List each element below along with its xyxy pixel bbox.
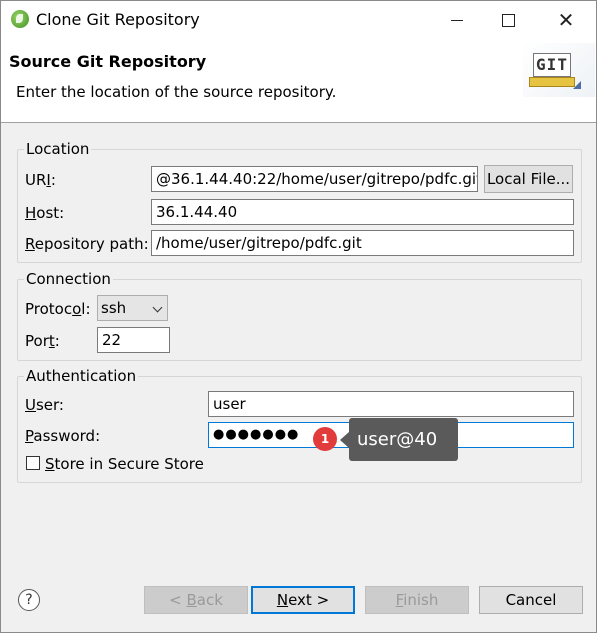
- close-button[interactable]: ✕: [543, 1, 589, 39]
- page-title: Source Git Repository: [9, 52, 207, 71]
- back-button: < Back: [144, 586, 248, 614]
- password-label: Password:: [25, 427, 101, 445]
- page-description: Enter the location of the source reposit…: [16, 83, 337, 101]
- uri-input[interactable]: @36.1.44.40:22/home/user/gitrepo/pdfc.gi…: [151, 166, 478, 192]
- local-file-button[interactable]: Local File...: [484, 165, 573, 193]
- authentication-legend: Authentication: [24, 367, 139, 385]
- secure-store-label[interactable]: Store in Secure Store: [45, 455, 204, 473]
- next-button[interactable]: Next >: [251, 586, 355, 614]
- annotation-marker: 1: [313, 427, 337, 451]
- host-input[interactable]: 36.1.44.40: [151, 199, 574, 225]
- host-label: Host:: [25, 204, 65, 222]
- protocol-select[interactable]: ssh: [97, 295, 168, 321]
- protocol-label: Protocol:: [25, 300, 91, 318]
- chevron-down-icon: [152, 302, 163, 313]
- git-pipe-icon: [529, 77, 575, 87]
- cancel-button[interactable]: Cancel: [479, 586, 583, 614]
- password-tooltip: user@40: [340, 418, 458, 461]
- git-logo-text: GIT: [533, 53, 571, 77]
- window-title: Clone Git Repository: [36, 10, 200, 29]
- location-legend: Location: [24, 140, 92, 158]
- connection-legend: Connection: [24, 270, 113, 288]
- user-label: User:: [25, 396, 64, 414]
- repository-path-input[interactable]: /home/user/gitrepo/pdfc.git: [151, 230, 574, 256]
- clone-git-dialog: Clone Git Repository ✕ Source Git Reposi…: [0, 0, 597, 633]
- help-icon[interactable]: ?: [18, 589, 40, 611]
- uri-label: URI:: [25, 171, 56, 189]
- port-label: Port:: [25, 332, 60, 350]
- git-logo-icon: GIT: [523, 43, 595, 97]
- git-arrow-icon: [573, 81, 581, 89]
- title-bar: Clone Git Repository ✕: [1, 1, 596, 39]
- maximize-button[interactable]: [485, 1, 531, 39]
- minimize-button[interactable]: [434, 1, 480, 39]
- secure-store-checkbox[interactable]: [26, 456, 40, 470]
- finish-button: Finish: [365, 586, 469, 614]
- wizard-header: Source Git Repository Enter the location…: [1, 39, 596, 123]
- user-input[interactable]: user: [208, 391, 574, 417]
- protocol-value: ssh: [101, 299, 127, 317]
- repository-path-label: Repository path:: [25, 235, 149, 253]
- port-input[interactable]: 22: [97, 327, 170, 353]
- eclipse-app-icon: [11, 10, 29, 28]
